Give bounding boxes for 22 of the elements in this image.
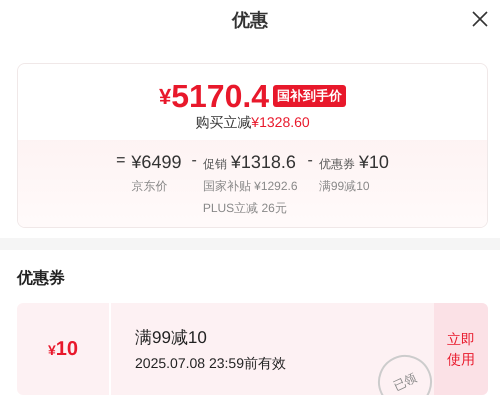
close-icon[interactable] (472, 11, 488, 27)
section-title: 优惠券 (17, 268, 66, 289)
use-now-button[interactable]: 立即使用 (434, 303, 488, 395)
coupon-value: ¥10 (48, 338, 78, 360)
coupon-name: 满99减10 (135, 326, 207, 348)
operator-sign: = (116, 152, 126, 171)
item-amount: ¥6499 (131, 152, 182, 173)
item-note: 京东价 (131, 178, 168, 195)
item-label: 促销 (202, 156, 227, 173)
item-note: 满99减10 (318, 178, 371, 195)
coupon-validity: 2025.07.08 23:59前有效 (135, 354, 286, 372)
saving-text: 购买立减¥1328.60 (195, 114, 310, 132)
item-note: 国家补贴 ¥1292.6 (202, 178, 298, 195)
price-tag: 国补到手价 (273, 85, 346, 107)
item-amount: ¥1318.6 (230, 152, 296, 173)
dialog-title: 优惠 (232, 9, 268, 32)
item-note: PLUS立减 26元 (202, 200, 288, 217)
item-label: 优惠券 (318, 156, 355, 173)
item-amount: ¥10 (358, 152, 389, 173)
price-amount: ¥5170.4 (158, 78, 270, 114)
operator-sign: - (308, 152, 313, 171)
operator-sign: - (191, 152, 197, 171)
